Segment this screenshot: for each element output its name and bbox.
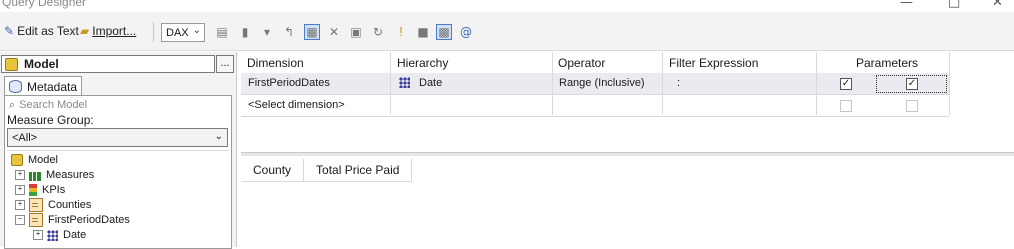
metadata-body: ⌕ Search Model Measure Group: <All> ⌄ Mo… — [4, 95, 232, 249]
column-divider — [390, 52, 391, 115]
column-divider — [816, 52, 817, 115]
collapse-icon[interactable]: − — [15, 215, 25, 225]
metadata-panel: Model ... Metadata ⌕ Search Model Measur… — [0, 52, 237, 249]
parameter-from-checkbox[interactable] — [840, 100, 852, 112]
column-divider — [552, 52, 553, 115]
filter-operator-cell[interactable]: Range (Inclusive) — [559, 77, 645, 89]
query-mode-icon[interactable]: @ — [459, 25, 473, 39]
measure-group-select[interactable]: <All> ⌄ — [7, 128, 228, 147]
results-column-total-price-paid[interactable]: Total Price Paid — [304, 159, 413, 181]
measure-group-label: Measure Group: — [7, 113, 94, 127]
import-label: Import... — [92, 24, 137, 38]
toolbar-separator — [153, 22, 154, 42]
table-icon — [29, 213, 43, 227]
design-mode-icon[interactable]: ▩ — [436, 24, 452, 40]
tree-item-label: Measures — [46, 169, 95, 181]
search-placeholder: Search Model — [19, 99, 88, 111]
tab-metadata-label: Metadata — [27, 79, 78, 94]
column-divider — [949, 52, 950, 115]
search-icon: ⌕ — [9, 98, 16, 111]
query-parameters-icon[interactable]: ▣ — [349, 25, 363, 39]
tree-item-date[interactable]: + Date — [33, 228, 86, 242]
tree-item-label: Counties — [48, 199, 92, 211]
tree-item-label: Date — [63, 229, 87, 241]
expand-icon[interactable]: + — [15, 185, 25, 195]
edit-as-text-label: Edit as Text — [17, 24, 79, 38]
folder-icon: ▰ — [80, 24, 90, 38]
delete-icon[interactable]: ▮ — [238, 25, 252, 39]
results-column-county[interactable]: County — [241, 159, 305, 181]
tree-item-kpis[interactable]: + KPIs — [15, 183, 65, 197]
title-bar: Query Designer — □ ✕ — [0, 0, 1014, 12]
filter-row[interactable]: <Select dimension> — [241, 95, 949, 117]
column-divider — [662, 52, 663, 115]
minimize-icon[interactable]: — — [900, 0, 913, 10]
toolbar: ✎ Edit as Text ▰ Import... DAX ⌄ ▤ ▮ ▾ ↰… — [0, 12, 1014, 51]
expand-icon[interactable]: + — [15, 170, 25, 180]
filter-expression-cell[interactable]: : — [677, 77, 680, 89]
column-header-operator[interactable]: Operator — [558, 56, 605, 70]
cube-browse-button[interactable]: ... — [216, 55, 234, 73]
select-dimension-cell[interactable]: <Select dimension> — [248, 99, 345, 111]
filter-hierarchy-cell[interactable]: Date — [419, 77, 442, 89]
tree-item-firstperioddates[interactable]: − FirstPeriodDates — [15, 213, 130, 227]
column-header-parameters[interactable]: Parameters — [856, 56, 918, 70]
window-title: Query Designer — [2, 0, 87, 9]
metadata-tree: Model + Measures + KPIs + Counties − Fir… — [7, 150, 229, 249]
kpis-icon — [29, 184, 37, 196]
metadata-icon — [9, 80, 22, 93]
focus-rectangle — [876, 75, 947, 93]
show-empty-cells-icon[interactable]: ▾ — [260, 25, 274, 39]
tree-item-label: FirstPeriodDates — [48, 214, 130, 226]
measure-group-value: <All> — [12, 131, 38, 144]
edit-icon: ✎ — [4, 24, 15, 38]
import-button[interactable]: ▰ Import... — [80, 21, 136, 41]
filter-row[interactable]: FirstPeriodDates Date Range (Inclusive) … — [241, 73, 949, 95]
results-header: County Total Price Paid — [241, 159, 413, 182]
filter-dimension-cell[interactable]: FirstPeriodDates — [248, 77, 330, 89]
maximize-icon[interactable]: □ — [948, 0, 960, 10]
search-model-input[interactable]: ⌕ Search Model — [7, 98, 227, 112]
tree-item-label: Model — [28, 154, 58, 166]
auto-execute-icon[interactable]: ↰ — [282, 25, 296, 39]
results-pane: County Total Price Paid — [241, 156, 1014, 247]
filter-grid: Dimension Hierarchy Operator Filter Expr… — [241, 52, 1014, 152]
cube-selector[interactable]: Model — [1, 55, 215, 73]
refresh-icon[interactable]: ↻ — [371, 25, 385, 39]
column-header-dimension[interactable]: Dimension — [247, 56, 304, 70]
edit-as-text-button[interactable]: ✎ Edit as Text — [4, 21, 79, 41]
filter-grid-header: Dimension Hierarchy Operator Filter Expr… — [241, 54, 949, 74]
column-header-filter-expression[interactable]: Filter Expression — [669, 56, 758, 70]
query-language-value: DAX — [166, 26, 189, 39]
close-icon[interactable]: ✕ — [992, 0, 1003, 10]
tree-item-label: KPIs — [42, 184, 66, 196]
hierarchy-icon — [399, 77, 410, 88]
table-icon — [29, 198, 43, 212]
parameter-to-checkbox[interactable] — [906, 100, 918, 112]
cancel-query-icon[interactable]: ■ — [416, 25, 430, 39]
model-cube-icon — [11, 154, 23, 166]
tree-item-model[interactable]: Model — [11, 153, 58, 167]
execute-icon[interactable]: ! — [394, 25, 408, 39]
column-header-hierarchy[interactable]: Hierarchy — [397, 56, 448, 70]
show-aggregations-icon[interactable]: ▦ — [304, 24, 320, 40]
expand-icon[interactable]: + — [15, 200, 25, 210]
model-cube-icon — [5, 57, 18, 71]
add-calculated-member-icon[interactable]: ▤ — [215, 25, 229, 39]
query-language-select[interactable]: DAX ⌄ — [161, 23, 205, 42]
chevron-down-icon: ⌄ — [214, 131, 223, 142]
parameter-from-checkbox[interactable]: ✓ — [840, 78, 852, 90]
hierarchy-icon — [47, 229, 58, 241]
cube-selector-label: Model — [24, 57, 59, 71]
tree-item-measures[interactable]: + Measures — [15, 168, 94, 182]
tab-metadata[interactable]: Metadata — [4, 76, 82, 96]
delete-cross-icon[interactable]: ✕ — [327, 25, 341, 39]
measures-icon — [29, 172, 41, 181]
tree-item-counties[interactable]: + Counties — [15, 198, 91, 212]
chevron-down-icon: ⌄ — [192, 25, 201, 36]
expand-icon[interactable]: + — [33, 230, 43, 240]
